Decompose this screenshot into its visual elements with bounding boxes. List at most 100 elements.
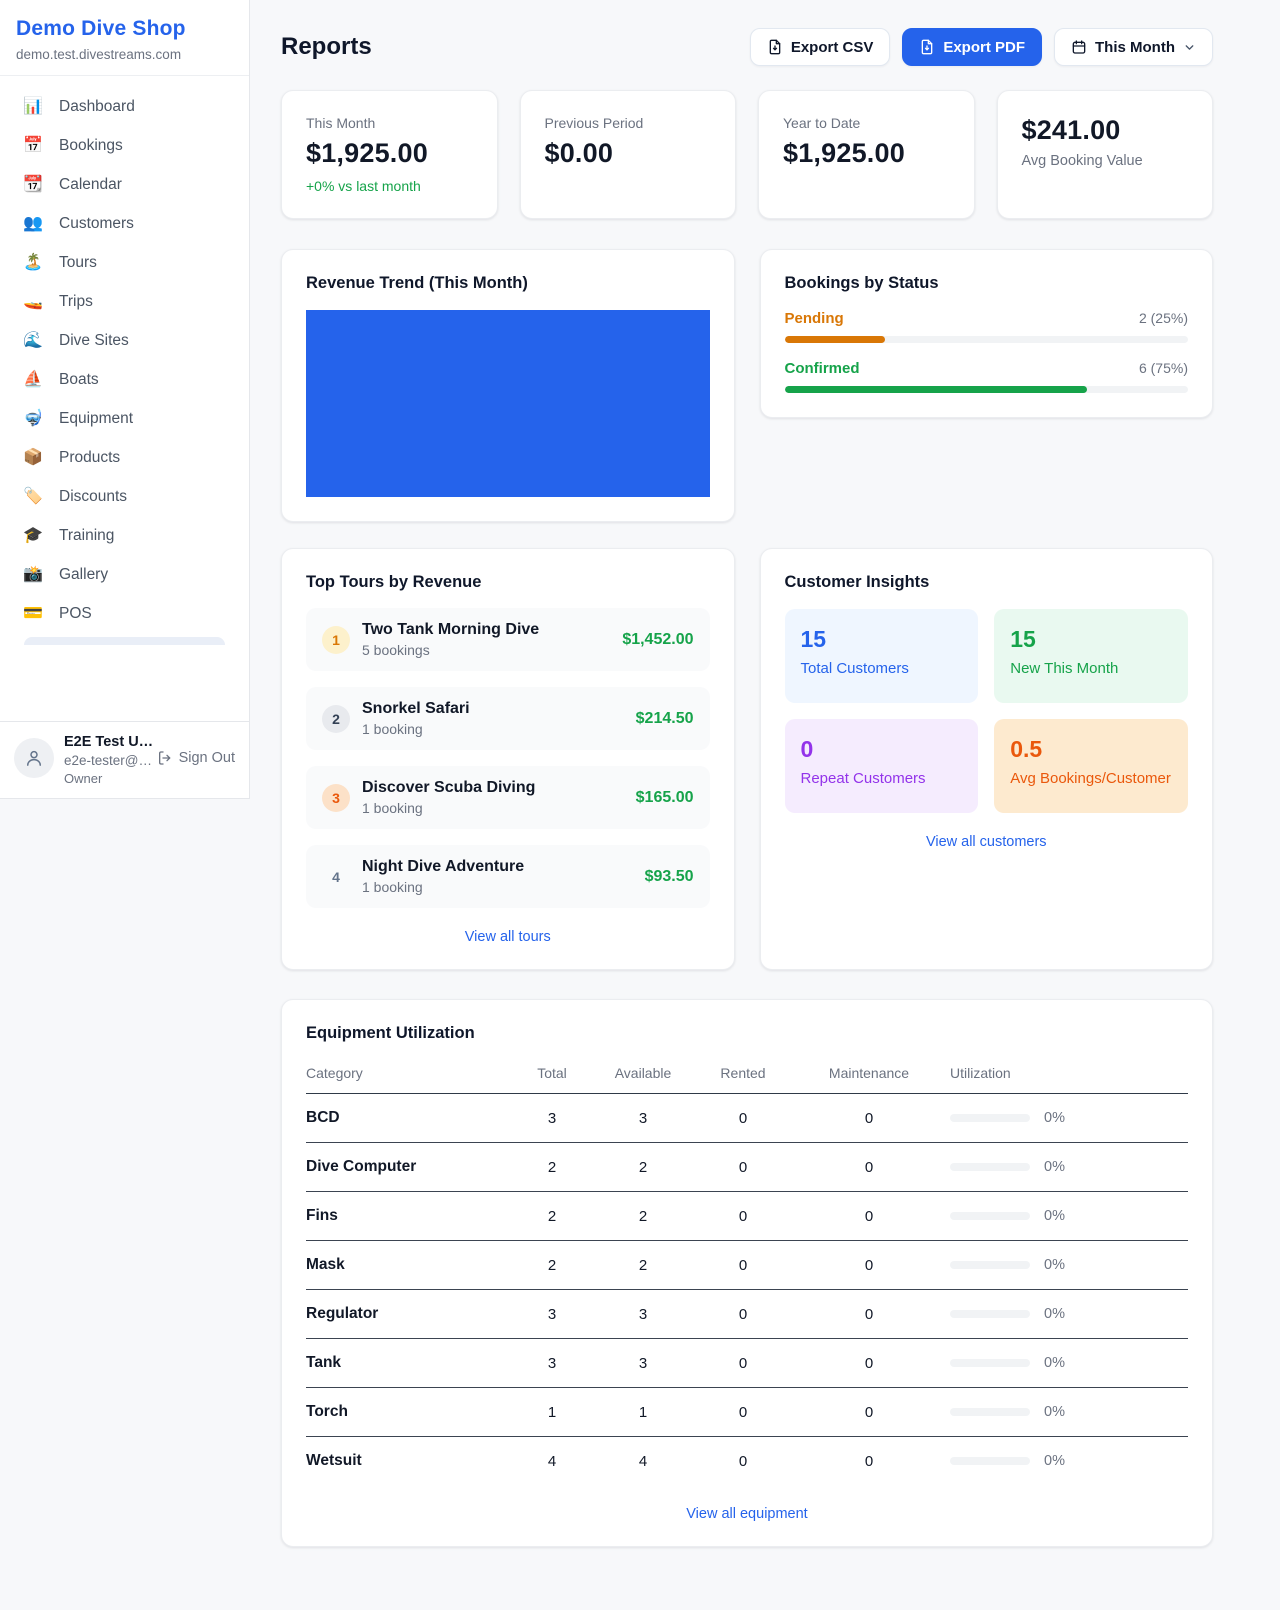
sidebar-item-label: POS (59, 605, 92, 623)
bookings-by-status-card: Bookings by Status Pending 2 (25%) Confi… (760, 249, 1214, 418)
tile-value: 0 (801, 736, 963, 763)
user-role: Owner (64, 771, 147, 786)
speedboat-icon: 🚤 (22, 294, 44, 310)
status-row-confirmed: Confirmed 6 (75%) (785, 360, 1189, 393)
brand-title: Demo Dive Shop (16, 17, 233, 41)
tile-value: 15 (1010, 626, 1172, 653)
bookings-calendar-icon: 📅 (22, 138, 44, 154)
view-all-equipment-link[interactable]: View all equipment (306, 1506, 1188, 1522)
export-pdf-button[interactable]: Export PDF (902, 28, 1042, 66)
stat-label: Avg Booking Value (1022, 153, 1189, 169)
stat-label: Previous Period (545, 115, 712, 131)
sidebar-item-gallery[interactable]: 📸 Gallery (12, 556, 237, 594)
status-row-pending: Pending 2 (25%) (785, 310, 1189, 343)
table-row: BCD 3 3 0 0 0% (306, 1094, 1188, 1143)
cell-rented: 0 (698, 1339, 788, 1388)
sidebar-item-customers[interactable]: 👥 Customers (12, 205, 237, 243)
sidebar-item-trips[interactable]: 🚤 Trips (12, 283, 237, 321)
rank-badge: 2 (322, 705, 350, 733)
sidebar-item-products[interactable]: 📦 Products (12, 439, 237, 477)
sidebar-item-dive-sites[interactable]: 🌊 Dive Sites (12, 322, 237, 360)
utilization-pct: 0% (1044, 1257, 1065, 1273)
cell-category: Fins (306, 1192, 516, 1241)
cell-maintenance: 0 (788, 1094, 950, 1143)
utilization-bar (950, 1359, 1030, 1367)
export-csv-label: Export CSV (791, 39, 874, 56)
graduation-cap-icon: 🎓 (22, 528, 44, 544)
equipment-table: Category Total Available Rented Maintena… (306, 1049, 1188, 1485)
utilization-bar (950, 1114, 1030, 1122)
cell-category: Wetsuit (306, 1437, 516, 1486)
col-total: Total (516, 1049, 588, 1094)
utilization-pct: 0% (1044, 1453, 1065, 1469)
tour-revenue: $93.50 (645, 868, 694, 886)
sidebar-item-tours[interactable]: 🏝️ Tours (12, 244, 237, 282)
sidebar-active-item-partial[interactable] (24, 637, 225, 645)
stats-row: This Month $1,925.00 +0% vs last month P… (281, 90, 1213, 219)
cell-available: 3 (588, 1339, 698, 1388)
sidebar-item-dashboard[interactable]: 📊 Dashboard (12, 88, 237, 126)
tile-label: New This Month (1010, 660, 1172, 677)
progress-fill (785, 386, 1088, 393)
tag-icon: 🏷️ (22, 489, 44, 505)
sidebar-item-boats[interactable]: ⛵ Boats (12, 361, 237, 399)
sign-out-button[interactable]: Sign Out (157, 750, 235, 766)
cell-rented: 0 (698, 1192, 788, 1241)
view-all-tours-link[interactable]: View all tours (306, 929, 710, 945)
cell-category: BCD (306, 1094, 516, 1143)
sidebar-item-label: Bookings (59, 137, 123, 155)
tile-repeat-customers: 0 Repeat Customers (785, 719, 979, 813)
cell-utilization: 0% (950, 1241, 1188, 1290)
cell-available: 2 (588, 1192, 698, 1241)
tour-row: 4 Night Dive Adventure 1 booking $93.50 (306, 845, 710, 908)
sidebar-item-label: Dive Sites (59, 332, 129, 350)
stat-label: This Month (306, 115, 473, 131)
status-label: Confirmed (785, 360, 860, 377)
sidebar-item-label: Discounts (59, 488, 127, 506)
table-row: Tank 3 3 0 0 0% (306, 1339, 1188, 1388)
tile-label: Total Customers (801, 660, 963, 677)
equipment-utilization-title: Equipment Utilization (306, 1024, 1188, 1043)
sidebar-item-training[interactable]: 🎓 Training (12, 517, 237, 555)
person-icon (24, 748, 44, 768)
tour-name: Snorkel Safari (362, 700, 624, 718)
cell-utilization: 0% (950, 1437, 1188, 1486)
sidebar-nav: 📊 Dashboard 📅 Bookings 📆 Calendar 👥 Cust… (0, 76, 249, 721)
file-download-icon (919, 39, 935, 55)
sidebar: Demo Dive Shop demo.test.divestreams.com… (0, 0, 250, 799)
cell-available: 3 (588, 1094, 698, 1143)
user-avatar (14, 738, 54, 778)
utilization-bar (950, 1163, 1030, 1171)
table-row: Regulator 3 3 0 0 0% (306, 1290, 1188, 1339)
cell-utilization: 0% (950, 1192, 1188, 1241)
sidebar-item-discounts[interactable]: 🏷️ Discounts (12, 478, 237, 516)
view-all-customers-link[interactable]: View all customers (785, 834, 1189, 850)
revenue-trend-card: Revenue Trend (This Month) (281, 249, 735, 522)
main-content: Reports Export CSV Export PDF This Month (250, 0, 1280, 1587)
sidebar-item-calendar[interactable]: 📆 Calendar (12, 166, 237, 204)
cell-category: Regulator (306, 1290, 516, 1339)
cell-rented: 0 (698, 1143, 788, 1192)
progress-track (785, 386, 1189, 393)
cell-available: 2 (588, 1241, 698, 1290)
tour-bookings: 5 bookings (362, 642, 610, 658)
stat-card-avg-booking-value: $241.00 Avg Booking Value (997, 90, 1214, 219)
utilization-pct: 0% (1044, 1110, 1065, 1126)
utilization-bar (950, 1261, 1030, 1269)
bookings-by-status-title: Bookings by Status (785, 274, 1189, 293)
sidebar-item-label: Gallery (59, 566, 108, 584)
diving-mask-icon: 🤿 (22, 411, 44, 427)
period-dropdown[interactable]: This Month (1054, 28, 1213, 66)
calendar-icon (1071, 39, 1087, 55)
page-title: Reports (281, 33, 372, 61)
export-csv-button[interactable]: Export CSV (750, 28, 891, 66)
cell-category: Tank (306, 1339, 516, 1388)
sidebar-item-bookings[interactable]: 📅 Bookings (12, 127, 237, 165)
sidebar-item-equipment[interactable]: 🤿 Equipment (12, 400, 237, 438)
table-row: Dive Computer 2 2 0 0 0% (306, 1143, 1188, 1192)
island-icon: 🏝️ (22, 255, 44, 271)
utilization-bar (950, 1457, 1030, 1465)
cell-maintenance: 0 (788, 1388, 950, 1437)
cell-total: 3 (516, 1094, 588, 1143)
sidebar-item-pos[interactable]: 💳 POS (12, 595, 237, 633)
